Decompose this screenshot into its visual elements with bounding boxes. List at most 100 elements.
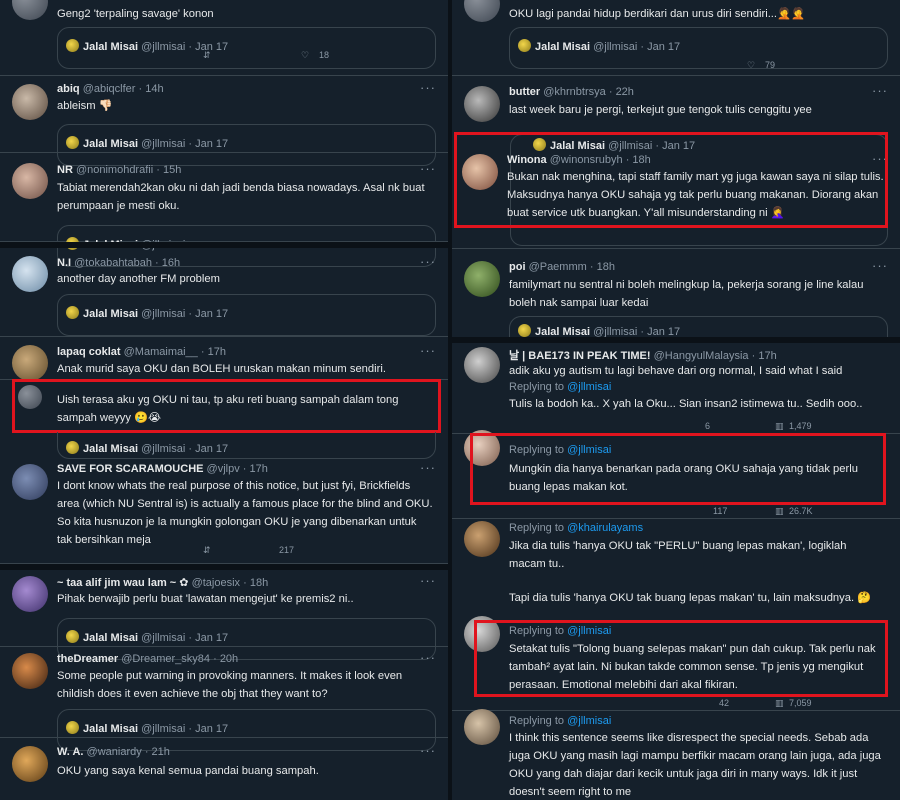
avatar[interactable] [12, 84, 48, 120]
avatar[interactable] [12, 746, 48, 782]
quoted-date: Jan 17 [647, 41, 681, 53]
handle[interactable]: @Mamaimai__ [124, 346, 198, 358]
tweet[interactable]: Replying to @jllmisai I think this sente… [452, 709, 900, 800]
avatar[interactable] [12, 0, 48, 20]
more-icon[interactable]: ··· [420, 650, 436, 665]
handle[interactable]: @Paemmm [529, 261, 587, 273]
avatar [518, 324, 531, 337]
tweet-text: Geng2 'terpaling savage' konon [57, 8, 214, 20]
more-icon[interactable]: ··· [420, 80, 436, 95]
tweet[interactable]: ~ taa alif jim wau lam ~ ✿ @tajoesix · 1… [0, 570, 448, 660]
more-icon[interactable]: ··· [420, 161, 436, 176]
more-icon[interactable]: ··· [420, 743, 436, 758]
avatar[interactable] [464, 86, 500, 122]
tweet-text: Some people put warning in provoking man… [57, 670, 403, 700]
reply-handle[interactable]: @khairulayams [567, 522, 643, 534]
quoted-tweet[interactable]: Jalal Misai @jllmisai · Jan 17 [57, 294, 436, 336]
tweet[interactable]: Replying to @khairulayams Jika dia tulis… [452, 519, 900, 614]
display-name[interactable]: poi [509, 261, 526, 273]
reply-handle[interactable]: @jllmisai [567, 715, 611, 727]
handle[interactable]: @vjlpv [207, 463, 240, 475]
tweet-text: Anak murid saya OKU dan BOLEH uruskan ma… [57, 363, 386, 375]
tweet[interactable]: abiq @abiqclfer · 14h ··· ableism 👎🏻 Jal… [0, 76, 448, 166]
replying-label: Replying to [509, 381, 565, 393]
display-name[interactable]: butter [509, 86, 540, 98]
action-bar: ♡ 79 [509, 60, 870, 74]
tweet[interactable]: poi @Paemmm · 18h ··· familymart nu sent… [452, 249, 900, 339]
tweet[interactable]: SAVE FOR SCARAMOUCHE @vjlpv · 17h ··· I … [0, 459, 448, 564]
like-icon[interactable]: ♡ [301, 50, 309, 61]
tweet[interactable]: theDreamer @Dreamer_sky84 · 20h ··· Some… [0, 647, 448, 751]
avatar[interactable] [464, 261, 500, 297]
tweet[interactable]: OKU lagi pandai hidup berdikari dan urus… [452, 0, 900, 76]
tweet[interactable]: N.I @tokabahtabah · 16h ··· another day … [0, 248, 448, 337]
display-name[interactable]: theDreamer [57, 653, 118, 665]
views-icon[interactable]: ▥ [775, 698, 784, 709]
timestamp[interactable]: 17h [250, 463, 268, 475]
handle[interactable]: @tokabahtabah [74, 257, 152, 269]
tweet[interactable]: W. A. @waniardy · 21h ··· OKU yang saya … [0, 738, 448, 800]
avatar[interactable] [12, 256, 48, 292]
tweet[interactable]: Replying to @jllmisai Tulis la bodoh ka.… [452, 379, 900, 434]
handle[interactable]: @waniardy [87, 746, 142, 758]
retweet-icon[interactable]: ⇵ [203, 545, 211, 556]
display-name[interactable]: W. A. [57, 746, 83, 758]
more-icon[interactable]: ··· [872, 83, 888, 98]
views-icon[interactable]: ▥ [775, 506, 784, 517]
retweet-icon[interactable]: ⇵ [203, 50, 211, 61]
handle[interactable]: @khrnbtrsya [543, 86, 606, 98]
avatar [66, 136, 79, 149]
replying-label: Replying to [509, 715, 565, 727]
quoted-tweet[interactable]: Jalal Misai @jllmisai · Jan 17 [57, 432, 436, 459]
avatar[interactable] [464, 0, 500, 22]
avatar[interactable] [12, 653, 48, 689]
timestamp[interactable]: 17h [208, 346, 226, 358]
avatar[interactable] [464, 521, 500, 557]
handle[interactable]: @nonimohdrafii [76, 164, 153, 176]
avatar[interactable] [12, 576, 48, 612]
tweet-text-2: Tapi dia tulis 'hanya OKU tak buang lepa… [509, 592, 872, 604]
handle[interactable]: @abiqclfer [83, 83, 136, 95]
handle[interactable]: @Dreamer_sky84 [121, 653, 210, 665]
timestamp[interactable]: 18h [250, 577, 268, 589]
highlight-box [470, 433, 886, 505]
timestamp[interactable]: 18h [597, 261, 615, 273]
display-name[interactable]: lapaq coklat [57, 346, 121, 358]
quoted-tweet[interactable]: Jalal Misai @jllmisai · Jan 17 [509, 316, 888, 339]
avatar[interactable] [464, 709, 500, 745]
timestamp[interactable]: 16h [162, 257, 180, 269]
like-icon[interactable]: ♡ [747, 60, 755, 71]
handle[interactable]: @tajoesix [192, 577, 240, 589]
display-name[interactable]: NR [57, 164, 73, 176]
more-icon[interactable]: ··· [420, 254, 436, 269]
display-name[interactable]: 날 | BAE173 IN PEAK TIME! [509, 350, 651, 362]
timestamp[interactable]: 21h [152, 746, 170, 758]
views-icon[interactable]: ▥ [775, 421, 784, 432]
avatar[interactable] [464, 347, 500, 383]
display-name[interactable]: SAVE FOR SCARAMOUCHE [57, 463, 203, 475]
more-icon[interactable]: ··· [872, 258, 888, 273]
action-bar: 117 ▥ 26.7K [509, 506, 870, 520]
tweet[interactable]: Geng2 'terpaling savage' konon Jalal Mis… [0, 0, 448, 76]
timestamp[interactable]: 20h [220, 653, 238, 665]
timestamp[interactable]: 15h [163, 164, 181, 176]
display-name[interactable]: ~ taa alif jim wau lam ~ ✿ [57, 577, 189, 589]
timestamp[interactable]: 17h [758, 350, 776, 362]
avatar[interactable] [12, 163, 48, 199]
timestamp[interactable]: 22h [616, 86, 634, 98]
avatar [66, 721, 79, 734]
avatar[interactable] [12, 345, 48, 381]
tweet[interactable]: 날 | BAE173 IN PEAK TIME! @HangyulMalaysi… [452, 343, 900, 383]
reply-handle[interactable]: @jllmisai [567, 381, 611, 393]
more-icon[interactable]: ··· [420, 343, 436, 358]
tweet-text: Jika dia tulis 'hanya OKU tak "PERLU" bu… [509, 540, 847, 570]
avatar[interactable] [12, 464, 48, 500]
display-name[interactable]: N.I [57, 257, 71, 269]
display-name[interactable]: abiq [57, 83, 80, 95]
handle[interactable]: @HangyulMalaysia [654, 350, 749, 362]
tweet[interactable]: lapaq coklat @Mamaimai__ · 17h ··· Anak … [0, 337, 448, 381]
more-icon[interactable]: ··· [420, 573, 436, 588]
tweet[interactable]: NR @nonimohdrafii · 15h ··· Tabiat meren… [0, 153, 448, 267]
timestamp[interactable]: 14h [145, 83, 163, 95]
more-icon[interactable]: ··· [420, 460, 436, 475]
